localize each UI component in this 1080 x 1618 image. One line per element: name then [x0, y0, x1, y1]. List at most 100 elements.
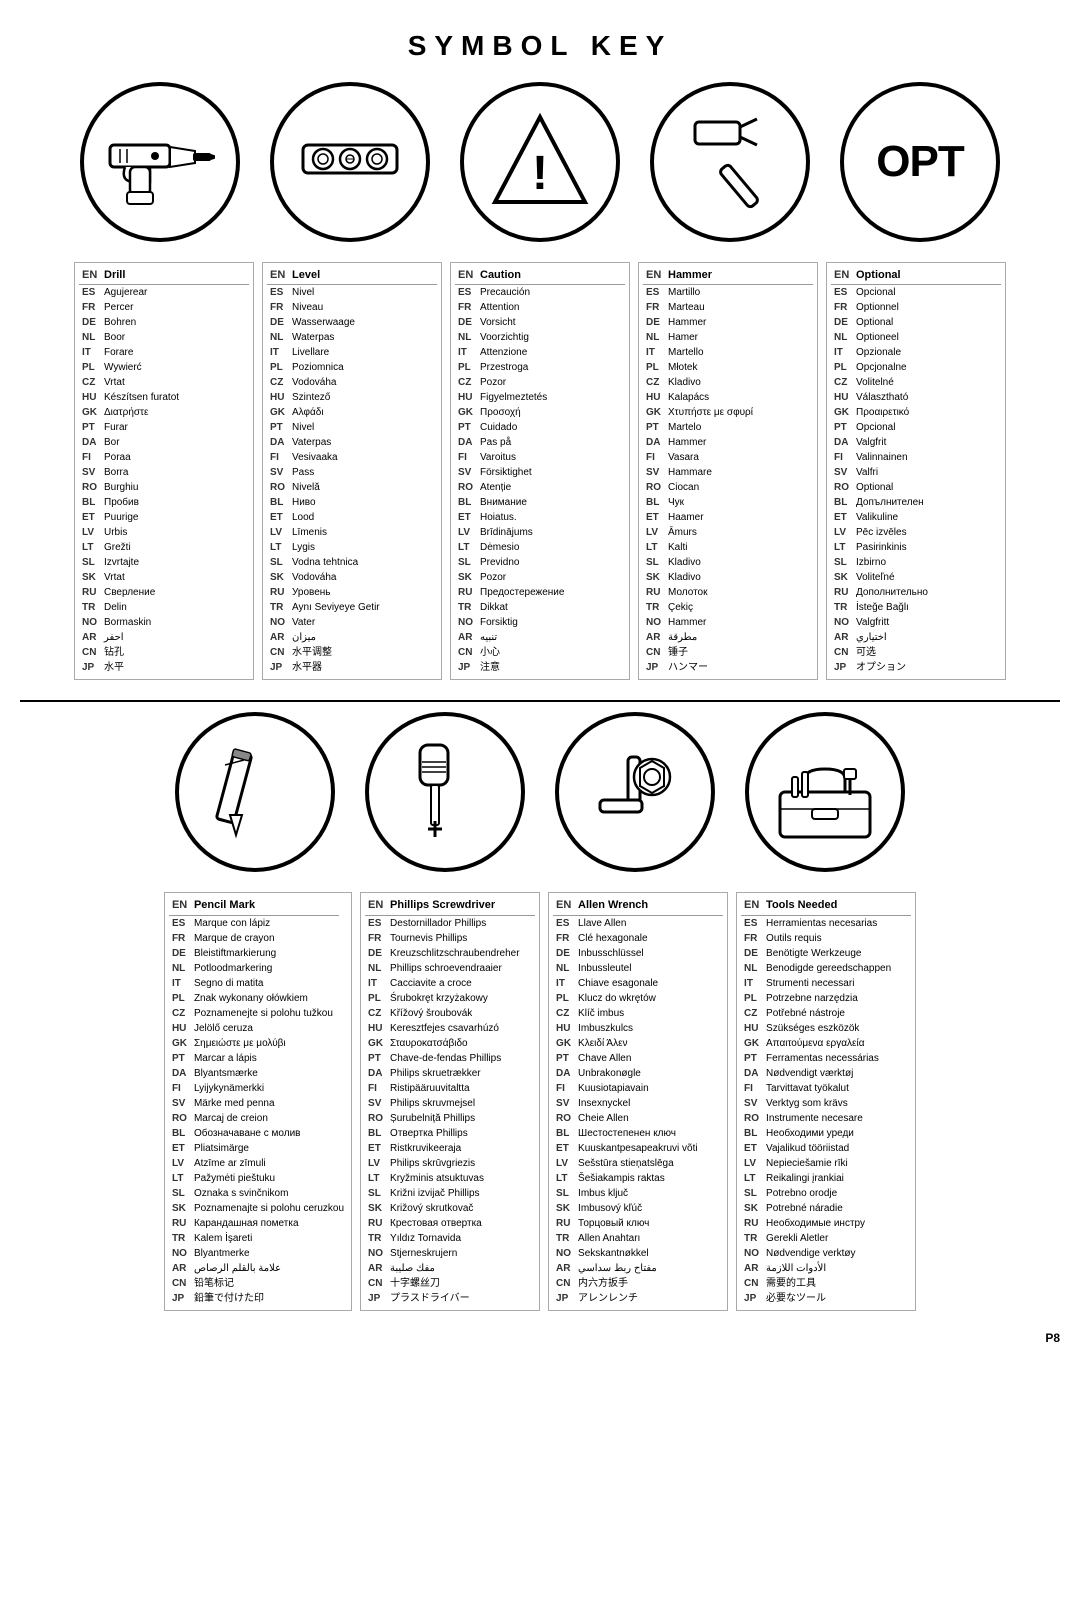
lang-code: NO	[79, 615, 101, 630]
lang-code: SV	[643, 465, 665, 480]
table-row: DAPas på	[455, 435, 625, 450]
lang-value: Brīdinājums	[477, 525, 625, 540]
lang-value: مفتاح ربط سداسي	[575, 1261, 723, 1276]
lang-value: Дополнительно	[853, 585, 1001, 600]
table-row: ROAtenție	[455, 480, 625, 495]
lang-value: Διατρήστε	[101, 405, 249, 420]
lang-value: Tarvittavat työkalut	[763, 1081, 911, 1096]
table-row: JP必要なツール	[741, 1291, 911, 1306]
lang-code: ET	[169, 1141, 191, 1156]
table-row: ESOpcional	[831, 285, 1001, 300]
lang-value: Izbirno	[853, 555, 1001, 570]
lang-code: HU	[79, 390, 101, 405]
lang-value: Hammare	[665, 465, 813, 480]
lang-value: Cuidado	[477, 420, 625, 435]
lang-code: RU	[79, 585, 101, 600]
lang-code: BL	[455, 495, 477, 510]
lang-value: Ristkruvikeeraja	[387, 1141, 535, 1156]
lang-code: FI	[169, 1081, 191, 1096]
lang-code: PL	[553, 991, 575, 1006]
lang-value: Opcional	[853, 420, 1001, 435]
table-row: DAUnbrakonøgle	[553, 1066, 723, 1081]
lang-value: Ciocan	[665, 480, 813, 495]
lang-value: Martelo	[665, 420, 813, 435]
table-row: CZKlíč imbus	[553, 1006, 723, 1021]
lang-value: Optional	[853, 480, 1001, 495]
lang-value: 铅笔标记	[191, 1276, 347, 1291]
table-row: SLPotrebno orodje	[741, 1186, 911, 1201]
lang-code: SL	[831, 555, 853, 570]
table-row: ITChiave esagonale	[553, 976, 723, 991]
lang-code: NO	[741, 1246, 763, 1261]
lang-value: Oznaka s svinčnikom	[191, 1186, 347, 1201]
table-row: NLPhillips schroevendraaier	[365, 961, 535, 976]
lang-code: NL	[79, 330, 101, 345]
lang-value: Bor	[101, 435, 249, 450]
table-row: PLMłotek	[643, 360, 813, 375]
table-row: LTDėmesio	[455, 540, 625, 555]
lang-value: Wasserwaage	[289, 315, 437, 330]
table-row: ARمفتاح ربط سداسي	[553, 1261, 723, 1276]
lang-value: Чук	[665, 495, 813, 510]
table-row: TRGerekli Aletler	[741, 1231, 911, 1246]
lang-value: Nødvendigt værktøj	[763, 1066, 911, 1081]
lang-value: İsteğe Bağlı	[853, 600, 1001, 615]
lang-value: 钻孔	[101, 645, 249, 660]
lang-value: Marque con lápiz	[191, 916, 347, 931]
table-row: CZVrtat	[79, 375, 249, 390]
table-row: LTReikalingi įrankiai	[741, 1171, 911, 1186]
section-divider	[20, 700, 1060, 702]
table-row: NOValgfritt	[831, 615, 1001, 630]
lang-code: NO	[831, 615, 853, 630]
allen-header-name: Allen Wrench	[575, 897, 723, 915]
lang-code: SV	[169, 1096, 191, 1111]
table-row: ITSegno di matita	[169, 976, 347, 991]
table-row: PTOpcional	[831, 420, 1001, 435]
lang-code: PT	[365, 1051, 387, 1066]
table-row: DEKreuzschlitzschraubendreher	[365, 946, 535, 961]
lang-code: CZ	[741, 1006, 763, 1021]
lang-code: FR	[643, 300, 665, 315]
lang-code: FI	[643, 450, 665, 465]
table-row: NOBormaskin	[79, 615, 249, 630]
table-row: FROutils requis	[741, 931, 911, 946]
lang-code: JP	[643, 660, 665, 675]
hammer-header-name: Hammer	[665, 267, 813, 285]
lang-code: PL	[455, 360, 477, 375]
table-row: RUДополнительно	[831, 585, 1001, 600]
lang-value: 可选	[853, 645, 1001, 660]
table-row: ARاحفر	[79, 630, 249, 645]
lang-value: Pas på	[477, 435, 625, 450]
table-row: PTFerramentas necessárias	[741, 1051, 911, 1066]
table-row: PLPrzestroga	[455, 360, 625, 375]
table-row: ETVajalikud tööriistad	[741, 1141, 911, 1156]
caution-header-lang: EN	[455, 267, 477, 285]
lang-code: TR	[553, 1231, 575, 1246]
lang-code: RO	[79, 480, 101, 495]
table-row: FIValinnainen	[831, 450, 1001, 465]
lang-code: ET	[79, 510, 101, 525]
table-row: ROCheie Allen	[553, 1111, 723, 1126]
lang-code: FR	[455, 300, 477, 315]
lang-code: NO	[267, 615, 289, 630]
table-row: ETPliatsimärge	[169, 1141, 347, 1156]
lang-code: BL	[267, 495, 289, 510]
lang-code: LV	[643, 525, 665, 540]
table-row: FRMarteau	[643, 300, 813, 315]
lang-value: Strumenti necessari	[763, 976, 911, 991]
lang-value: Pass	[289, 465, 437, 480]
lang-code: SK	[169, 1201, 191, 1216]
lang-value: 内六方扳手	[575, 1276, 723, 1291]
table-row: ARاختياري	[831, 630, 1001, 645]
level-header-name: Level	[289, 267, 437, 285]
lang-value: Märke med penna	[191, 1096, 347, 1111]
lang-code: CN	[169, 1276, 191, 1291]
lang-value: Imbuszkulcs	[575, 1021, 723, 1036]
table-row: GKΔιατρήστε	[79, 405, 249, 420]
lang-value: Boor	[101, 330, 249, 345]
lang-code: LV	[365, 1156, 387, 1171]
lang-value: Philips skruetrækker	[387, 1066, 535, 1081]
lang-value: الأدوات اللازمة	[763, 1261, 911, 1276]
table-row: NOSekskantnøkkel	[553, 1246, 723, 1261]
table-row: ESMartillo	[643, 285, 813, 300]
